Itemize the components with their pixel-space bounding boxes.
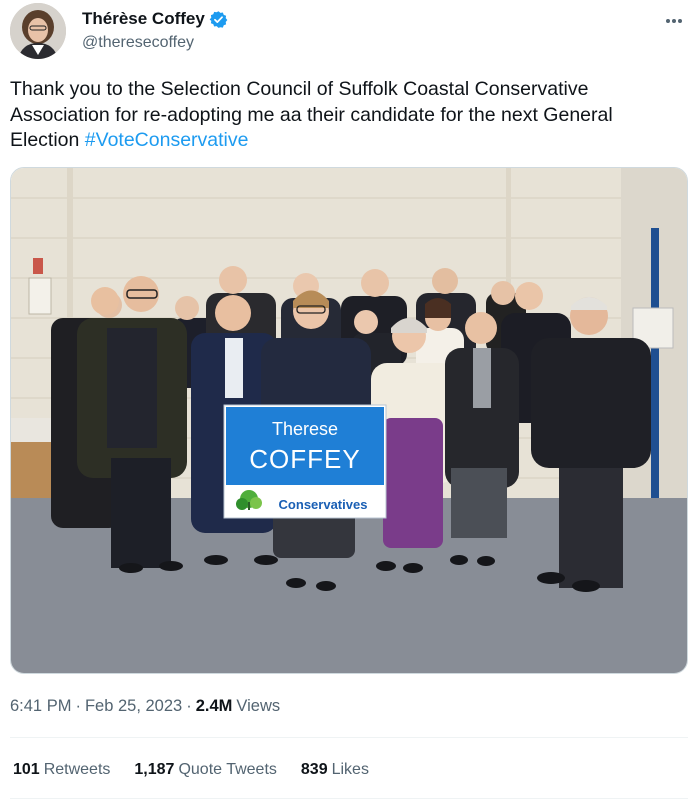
views-label: Views <box>236 697 281 715</box>
meta-separator: · <box>75 697 81 715</box>
quote-tweets-count: 1,187 <box>134 761 175 778</box>
tweet-time[interactable]: 6:41 PM <box>10 697 71 716</box>
meta-separator: · <box>186 697 192 715</box>
user-handle[interactable]: @theresecoffey <box>82 34 194 52</box>
avatar[interactable] <box>10 3 66 59</box>
retweets-stat[interactable]: 101 Retweets <box>13 761 110 779</box>
divider <box>10 737 688 738</box>
hashtag-link[interactable]: #VoteConservative <box>85 129 249 151</box>
tweet-card: Thérèse Coffey @theresecoffey Thank you … <box>0 0 699 803</box>
quote-tweets-stat[interactable]: 1,187 Quote Tweets <box>134 761 276 779</box>
likes-label: Likes <box>331 761 369 778</box>
retweets-count: 101 <box>13 761 40 778</box>
display-name[interactable]: Thérèse Coffey <box>82 9 205 29</box>
tweet-date[interactable]: Feb 25, 2023 <box>85 697 182 716</box>
likes-stat[interactable]: 839 Likes <box>301 761 369 779</box>
verified-badge-icon <box>209 10 228 29</box>
retweets-label: Retweets <box>43 761 111 778</box>
views-count[interactable]: 2.4M <box>196 697 233 716</box>
tweet-text: Thank you to the Selection Council of Su… <box>10 77 680 154</box>
sign-first-name: Therese <box>272 419 338 439</box>
likes-count: 839 <box>300 761 328 778</box>
tweet-photo[interactable]: Therese COFFEY Conservatives <box>10 167 688 674</box>
quote-tweets-label: Quote Tweets <box>178 761 277 778</box>
sign-surname: COFFEY <box>249 444 360 474</box>
tweet-meta: 6:41 PM · Feb 25, 2023 · 2.4M Views <box>10 697 280 716</box>
sign-party-name: Conservatives <box>279 497 368 512</box>
name-row: Thérèse Coffey <box>82 9 228 29</box>
tweet-header: Thérèse Coffey @theresecoffey <box>10 3 690 63</box>
group-photo: Therese COFFEY Conservatives <box>11 168 687 673</box>
more-options-icon[interactable] <box>662 13 686 29</box>
divider <box>10 798 688 799</box>
tweet-stats: 101 Retweets 1,187 Quote Tweets 839 Like… <box>13 761 369 779</box>
campaign-sign: Therese COFFEY Conservatives <box>223 404 387 519</box>
